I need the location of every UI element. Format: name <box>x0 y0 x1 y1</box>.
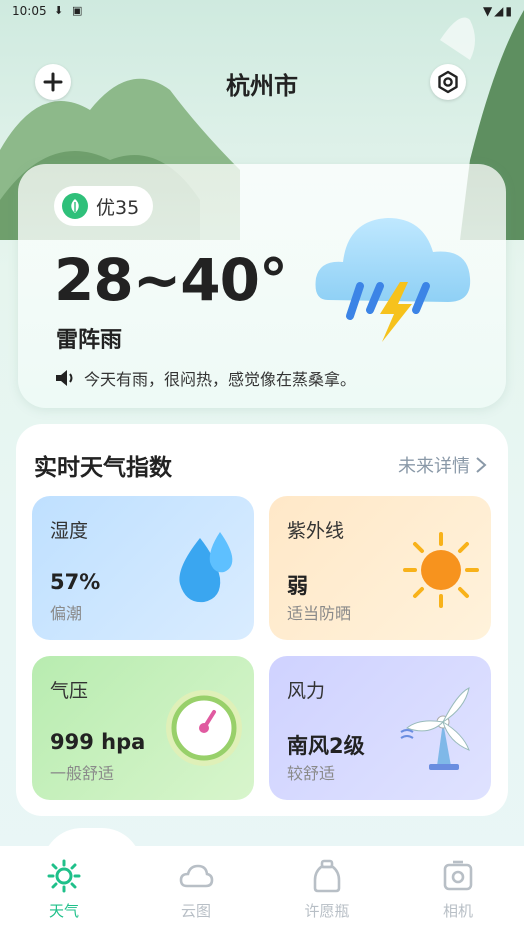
forecast-details-link[interactable]: 未来详情 <box>398 452 488 478</box>
leaf-icon <box>62 193 88 219</box>
speaker-icon <box>56 370 73 386</box>
pressure-desc: 一般舒适 <box>50 764 115 783</box>
weather-tip[interactable]: 今天有雨，很闷热，感觉像在蒸桑拿。 <box>54 366 356 390</box>
gauge-icon <box>166 690 242 766</box>
sun-icon <box>403 532 479 608</box>
notification-icon: ▣ <box>72 4 83 17</box>
tab-wish-bottle-label: 许愿瓶 <box>304 902 350 920</box>
pressure-value: 999 hpa <box>50 730 146 754</box>
tab-wish-bottle[interactable]: 许愿瓶 <box>287 858 367 921</box>
wind-label: 风力 <box>287 680 326 702</box>
tab-cloud-map-label: 云图 <box>180 902 211 920</box>
wind-card[interactable]: 风力 南风2级 较舒适 <box>269 656 491 800</box>
aqi-badge[interactable]: 优35 <box>54 186 154 226</box>
tab-camera[interactable]: 相机 <box>418 858 498 921</box>
status-bar: 10:05 ⬇ ▣ ▼◢▮ <box>0 0 524 24</box>
humidity-value: 57% <box>50 570 101 594</box>
top-bar: 杭州市 <box>0 58 524 106</box>
humidity-label: 湿度 <box>50 520 89 542</box>
uv-card[interactable]: 紫外线 弱 适当防晒 <box>269 496 491 640</box>
pressure-card[interactable]: 气压 999 hpa 一般舒适 <box>32 656 254 800</box>
camera-icon <box>443 860 473 891</box>
thunderstorm-icon <box>315 218 471 342</box>
aqi-value: 优35 <box>96 196 140 219</box>
forecast-details-label: 未来详情 <box>398 456 470 477</box>
humidity-card[interactable]: 湿度 57% 偏潮 <box>32 496 254 640</box>
pressure-label: 气压 <box>50 680 89 702</box>
bottom-tab-bar: 天气 云图 许愿瓶 相机 <box>0 846 524 931</box>
cloud-icon <box>179 864 214 888</box>
bottle-icon <box>313 859 341 893</box>
chevron-right-icon <box>476 457 487 473</box>
weather-hero-card[interactable]: 优35 28~40° 雷阵雨 今天有雨，很闷热，感觉像在蒸桑拿。 <box>18 164 506 408</box>
tab-weather[interactable]: 天气 <box>24 858 104 921</box>
weather-condition: 雷阵雨 <box>56 328 123 353</box>
water-drop-icon <box>179 532 233 603</box>
uv-desc: 适当防晒 <box>287 604 352 623</box>
uv-label: 紫外线 <box>287 520 345 542</box>
sun-icon <box>47 859 81 893</box>
temperature-range: 28~40° <box>54 246 288 314</box>
tab-camera-label: 相机 <box>442 902 473 920</box>
wind-desc: 较舒适 <box>287 764 336 783</box>
signal-battery-icons: ▼◢▮ <box>482 4 514 18</box>
weather-index-panel: 实时天气指数 未来详情 湿度 57% 偏潮 紫外线 弱 适当防晒 气压 999 … <box>16 424 508 816</box>
wind-value: 南风2级 <box>287 734 365 758</box>
windmill-icon <box>400 687 470 770</box>
tab-cloud-map[interactable]: 云图 <box>156 858 236 921</box>
panel-title: 实时天气指数 <box>34 455 172 481</box>
tab-weather-label: 天气 <box>48 902 79 920</box>
download-icon: ⬇ <box>54 4 64 17</box>
settings-button[interactable] <box>430 64 466 100</box>
weather-tip-text: 今天有雨，很闷热，感觉像在蒸桑拿。 <box>84 370 357 389</box>
uv-value: 弱 <box>287 574 308 598</box>
gear-icon <box>438 70 458 94</box>
status-time: 10:05 <box>12 4 47 18</box>
humidity-desc: 偏潮 <box>50 604 83 623</box>
